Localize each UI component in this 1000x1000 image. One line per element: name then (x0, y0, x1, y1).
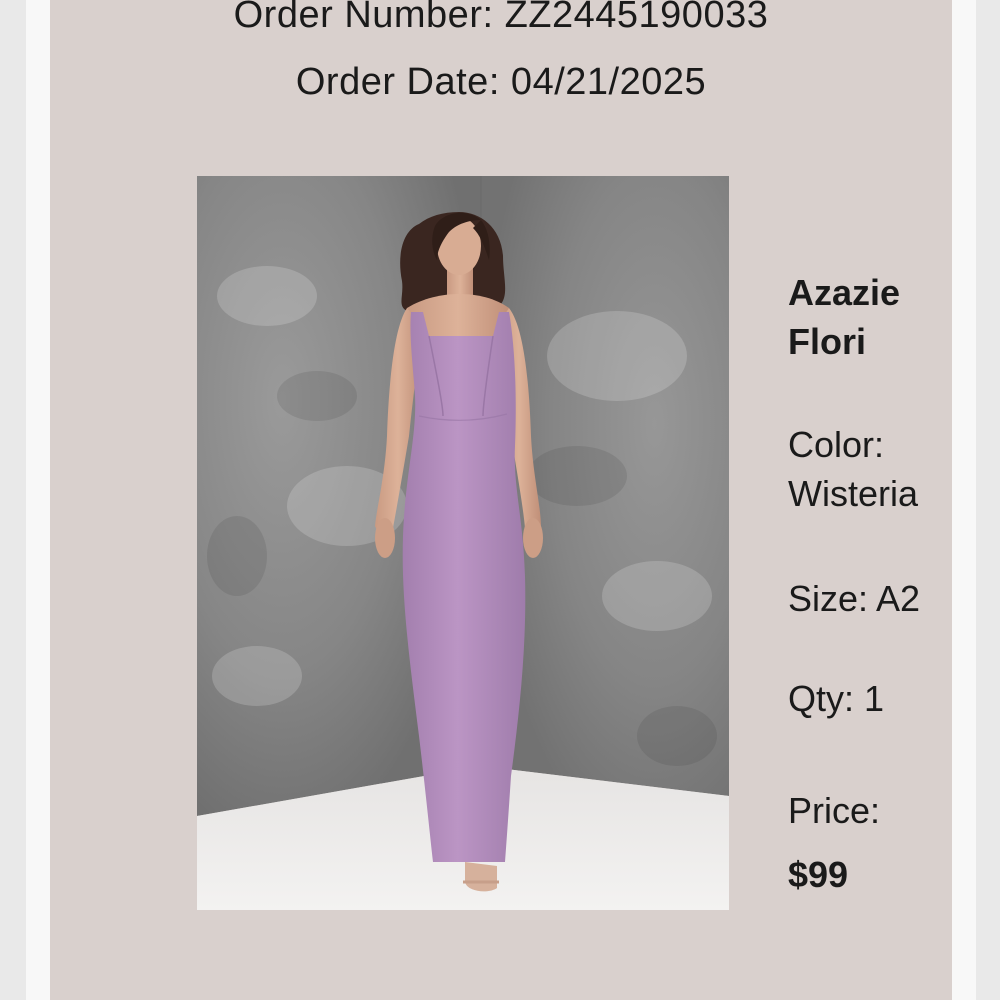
size-info: Size: A2 (788, 578, 921, 619)
order-card: Order Number: ZZ2445190033 Order Date: 0… (50, 0, 952, 1000)
product-name-line1: Azazie (788, 272, 901, 313)
product-image[interactable] (197, 176, 729, 910)
price-value: $99 (788, 854, 849, 895)
right-margin (952, 0, 976, 1000)
order-date: Order Date: 04/21/2025 (295, 61, 707, 103)
left-margin (26, 0, 50, 1000)
color-value: Wisteria (788, 473, 919, 514)
color-label: Color: (788, 424, 885, 465)
price-label: Price: (788, 790, 881, 831)
product-name-line2: Flori (788, 321, 866, 362)
quantity-info: Qty: 1 (788, 678, 885, 719)
order-number: Order Number: ZZ2445190033 (233, 0, 769, 36)
product-name[interactable]: Azazie Flori (788, 268, 900, 366)
color-info: Color: Wisteria (788, 420, 918, 518)
screen: Order Number: ZZ2445190033 Order Date: 0… (0, 0, 1000, 1000)
left-edge (0, 0, 26, 1000)
right-edge (976, 0, 1000, 1000)
